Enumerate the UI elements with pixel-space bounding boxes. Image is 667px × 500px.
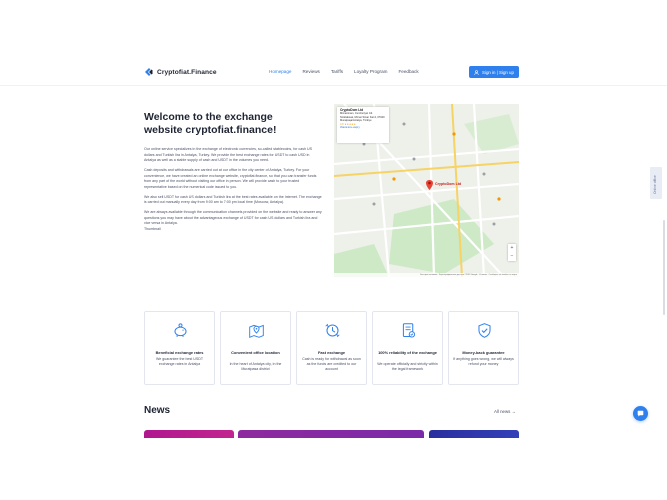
signin-label: Sign in | Sign up xyxy=(482,69,514,75)
place-address: Mimarsinan, Cumhuriyet Cd. Sinkiskavat, … xyxy=(340,112,385,123)
news-heading: News xyxy=(144,405,171,416)
nav-loyalty-program[interactable]: Loyalty Program xyxy=(354,69,387,74)
news-card[interactable] xyxy=(429,430,519,438)
piggy-bank-icon xyxy=(174,323,187,337)
news-card[interactable] xyxy=(238,430,424,438)
chat-icon xyxy=(637,410,644,417)
feature-card: Fast exchange Cash is ready for withdraw… xyxy=(296,311,367,385)
feature-title: Fast exchange xyxy=(317,350,346,355)
feature-card: Beneficial exchange rates We guarantee t… xyxy=(144,311,215,385)
embedded-map[interactable]: CryptoDom Ltd Mimarsinan, Cumhuriyet Cd.… xyxy=(334,104,519,277)
feature-description: Cash is ready for withdrawal as soon as … xyxy=(302,357,361,371)
feature-description: We operate officially and strictly withi… xyxy=(377,362,438,371)
zoom-out-button[interactable]: − xyxy=(508,252,516,260)
feature-card: 100% reliability of the exchange We oper… xyxy=(372,311,443,385)
page-scrollbar[interactable] xyxy=(663,220,665,315)
hero-description: Our online service specializes in the ex… xyxy=(144,147,322,236)
feature-title: 100% reliability of the exchange xyxy=(378,350,437,355)
site-header: Cryptofiat.Finance Homepage Reviews Tari… xyxy=(0,58,667,86)
feature-description: If anything goes wrong, we will always r… xyxy=(453,357,514,366)
hero-paragraph: Thumbnail xyxy=(144,226,161,231)
feature-description: In the heart of Antalya city, in the Mur… xyxy=(229,362,282,371)
hero-paragraph: We are always available through the comm… xyxy=(144,209,322,226)
features-row: Beneficial exchange rates We guarantee t… xyxy=(144,311,520,385)
feature-title: Beneficial exchange rates xyxy=(155,350,204,355)
feature-title: Convenient office location xyxy=(231,350,280,355)
map-location-icon xyxy=(249,324,264,338)
online-office-label: Online office xyxy=(653,175,657,194)
signin-button[interactable]: Sign in | Sign up xyxy=(469,66,519,78)
map-footer: Быстрые клавиши · Картографические данны… xyxy=(334,273,519,277)
hero-paragraph: Cash deposits and withdrawals are carrie… xyxy=(144,167,317,189)
clock-exchange-icon xyxy=(325,323,340,338)
online-office-tab[interactable]: Online office xyxy=(650,167,662,199)
logo[interactable]: Cryptofiat.Finance xyxy=(144,67,217,77)
nav-reviews[interactable]: Reviews xyxy=(302,69,319,74)
chat-button[interactable] xyxy=(633,406,648,421)
map-pin-label[interactable]: CryptoDom Ltd xyxy=(435,182,461,186)
map-place-card[interactable]: CryptoDom Ltd Mimarsinan, Cumhuriyet Cd.… xyxy=(337,107,389,143)
logo-text: Cryptofiat.Finance xyxy=(157,68,217,76)
logo-icon xyxy=(144,67,154,77)
page-title: Welcome to the exchange website cryptofi… xyxy=(144,111,277,136)
hero-paragraph: We also sell USDT for cash US dollars an… xyxy=(144,194,322,205)
shield-check-icon xyxy=(478,323,491,338)
hero-paragraph: Our online service specializes in the ex… xyxy=(144,147,312,163)
nav-homepage[interactable]: Homepage xyxy=(269,69,291,74)
nav-tariffs[interactable]: Tariffs xyxy=(331,69,343,74)
nav-feedback[interactable]: Feedback xyxy=(398,69,418,74)
news-card[interactable] xyxy=(144,430,234,438)
user-icon xyxy=(474,69,479,75)
feature-title: Money-back guarantee xyxy=(462,350,505,355)
enlarge-map-link[interactable]: Увеличить карту xyxy=(340,126,386,129)
main-nav: Homepage Reviews Tariffs Loyalty Program… xyxy=(269,69,430,74)
all-news-link[interactable]: All news → xyxy=(494,409,516,414)
map-zoom-control[interactable]: + − xyxy=(508,244,516,261)
zoom-in-button[interactable]: + xyxy=(508,244,516,252)
feature-description: We guarantee the best USDT exchange rate… xyxy=(155,357,204,366)
feature-card: Money-back guarantee If anything goes wr… xyxy=(448,311,519,385)
document-check-icon xyxy=(402,323,416,338)
feature-card: Convenient office location In the heart … xyxy=(220,311,291,385)
